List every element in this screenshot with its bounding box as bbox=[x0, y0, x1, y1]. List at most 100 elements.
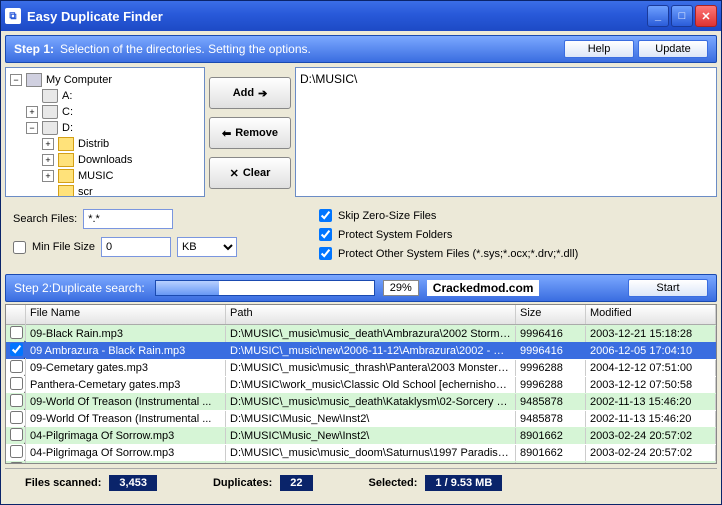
collapse-icon[interactable]: − bbox=[26, 122, 38, 134]
expand-icon[interactable]: + bbox=[42, 154, 54, 166]
brand-text: Crackedmod.com bbox=[427, 280, 540, 296]
cell-filename: 09-Black Rain.mp3 bbox=[26, 326, 226, 342]
min-file-size-input[interactable] bbox=[101, 237, 171, 257]
table-header: File Name Path Size Modified bbox=[6, 305, 716, 325]
cell-path: D:\MUSIC\_music\music_death\Kataklysm\02… bbox=[226, 394, 516, 410]
selected-value: 1 / 9.53 MB bbox=[425, 475, 502, 491]
update-button[interactable]: Update bbox=[638, 40, 708, 58]
step1-bar: Step 1: Selection of the directories. Se… bbox=[5, 35, 717, 63]
expand-icon[interactable]: + bbox=[42, 138, 54, 150]
min-file-size-checkbox[interactable] bbox=[13, 241, 26, 254]
tree-root[interactable]: My Computer bbox=[46, 74, 112, 86]
table-row[interactable]: 09 Ambrazura - Black Rain.mp3D:\MUSIC\_m… bbox=[6, 342, 716, 359]
row-checkbox[interactable] bbox=[10, 394, 23, 407]
protect-sys-folders-checkbox[interactable] bbox=[319, 228, 332, 241]
drive-icon bbox=[42, 89, 58, 103]
row-checkbox[interactable] bbox=[10, 411, 23, 424]
tree-drive-d[interactable]: D: bbox=[62, 122, 73, 134]
table-row[interactable]: 09-Black Rain.mp3D:\MUSIC\_music\music_d… bbox=[6, 325, 716, 342]
cell-path: D:\MUSIC\_music\music_doom\Saturnus\1997… bbox=[226, 445, 516, 461]
table-row[interactable]: 04 Ambrazura - Kill Yourself.mp3D:\MUSIC… bbox=[6, 461, 716, 464]
col-size[interactable]: Size bbox=[516, 305, 586, 324]
cell-path: D:\MUSIC\_music\new\2006-11-12\Ambrazura… bbox=[226, 343, 516, 359]
cell-filename: 09 Ambrazura - Black Rain.mp3 bbox=[26, 343, 226, 359]
row-checkbox[interactable] bbox=[10, 343, 23, 356]
row-checkbox[interactable] bbox=[10, 377, 23, 390]
size-unit-select[interactable]: KB bbox=[177, 237, 237, 257]
titlebar: ⧉ Easy Duplicate Finder _ □ ✕ bbox=[1, 1, 721, 31]
cell-path: D:\MUSIC\Music_New\Inst2\ bbox=[226, 411, 516, 427]
expand-icon[interactable]: + bbox=[42, 170, 54, 182]
cell-modified: 2002-11-13 15:46:20 bbox=[586, 394, 716, 410]
files-scanned-value: 3,453 bbox=[109, 475, 157, 491]
start-button[interactable]: Start bbox=[628, 279, 708, 297]
tree-drive-c[interactable]: C: bbox=[62, 106, 73, 118]
skip-zero-label: Skip Zero-Size Files bbox=[338, 210, 436, 222]
step2-text: Duplicate search: bbox=[52, 281, 145, 295]
table-row[interactable]: 04-Pilgrimaga Of Sorrow.mp3D:\MUSIC\Musi… bbox=[6, 427, 716, 444]
expand-icon[interactable]: + bbox=[26, 106, 38, 118]
minimize-button[interactable]: _ bbox=[647, 5, 669, 27]
search-files-input[interactable] bbox=[83, 209, 173, 229]
tree-folder[interactable]: Downloads bbox=[78, 154, 132, 166]
cell-modified: 2003-12-21 15:18:28 bbox=[586, 326, 716, 342]
skip-zero-checkbox[interactable] bbox=[319, 209, 332, 222]
app-icon: ⧉ bbox=[5, 8, 21, 24]
cell-size: 9996416 bbox=[516, 326, 586, 342]
tree-drive-a[interactable]: A: bbox=[62, 90, 72, 102]
remove-button[interactable]: ⬅Remove bbox=[209, 117, 291, 149]
cell-modified: 2004-12-12 07:51:00 bbox=[586, 360, 716, 376]
computer-icon bbox=[26, 73, 42, 87]
col-modified[interactable]: Modified bbox=[586, 305, 716, 324]
min-file-size-label: Min File Size bbox=[32, 241, 95, 253]
cell-path: D:\MUSIC\Music_New\Inst2\ bbox=[226, 428, 516, 444]
collapse-icon[interactable]: − bbox=[10, 74, 22, 86]
cell-path: D:\MUSIC\_music\new\2006-11-12\Ambrazura… bbox=[226, 462, 516, 465]
close-button[interactable]: ✕ bbox=[695, 5, 717, 27]
cell-path: D:\MUSIC\work_music\Classic Old School [… bbox=[226, 377, 516, 393]
table-row[interactable]: 09-World Of Treason (Instrumental ...D:\… bbox=[6, 410, 716, 427]
step1-label: Step 1: bbox=[14, 42, 54, 56]
selected-label: Selected: bbox=[369, 477, 418, 489]
cell-modified: 2003-02-24 20:57:02 bbox=[586, 428, 716, 444]
clear-button[interactable]: ✕Clear bbox=[209, 157, 291, 189]
row-checkbox[interactable] bbox=[10, 428, 23, 441]
cell-filename: 09-World Of Treason (Instrumental ... bbox=[26, 411, 226, 427]
row-checkbox[interactable] bbox=[10, 462, 23, 465]
path-entry[interactable]: D:\MUSIC\ bbox=[300, 72, 712, 86]
row-checkbox[interactable] bbox=[10, 326, 23, 339]
row-checkbox[interactable] bbox=[10, 360, 23, 373]
help-button[interactable]: Help bbox=[564, 40, 634, 58]
cell-path: D:\MUSIC\_music\music_death\Ambrazura\20… bbox=[226, 326, 516, 342]
arrow-left-icon: ⬅ bbox=[222, 127, 231, 140]
x-icon: ✕ bbox=[230, 167, 239, 180]
selected-paths-list[interactable]: D:\MUSIC\ bbox=[295, 67, 717, 197]
maximize-button[interactable]: □ bbox=[671, 5, 693, 27]
folder-icon bbox=[58, 185, 74, 197]
cell-size: 9996288 bbox=[516, 360, 586, 376]
drive-icon bbox=[42, 105, 58, 119]
table-row[interactable]: Panthera-Cemetary gates.mp3D:\MUSIC\work… bbox=[6, 376, 716, 393]
col-filename[interactable]: File Name bbox=[26, 305, 226, 324]
tree-folder[interactable]: scr bbox=[78, 186, 93, 197]
table-row[interactable]: 09-Cemetary gates.mp3D:\MUSIC\_music\mus… bbox=[6, 359, 716, 376]
add-button[interactable]: Add➔ bbox=[209, 77, 291, 109]
cell-path: D:\MUSIC\_music\music_thrash\Pantera\200… bbox=[226, 360, 516, 376]
protect-sys-files-checkbox[interactable] bbox=[319, 247, 332, 260]
table-row[interactable]: 09-World Of Treason (Instrumental ...D:\… bbox=[6, 393, 716, 410]
cell-filename: 09-World Of Treason (Instrumental ... bbox=[26, 394, 226, 410]
files-scanned-label: Files scanned: bbox=[25, 477, 101, 489]
protect-sys-files-label: Protect Other System Files (*.sys;*.ocx;… bbox=[338, 248, 578, 260]
cell-filename: 04-Pilgrimaga Of Sorrow.mp3 bbox=[26, 428, 226, 444]
col-path[interactable]: Path bbox=[226, 305, 516, 324]
folder-icon bbox=[58, 169, 74, 183]
row-checkbox[interactable] bbox=[10, 445, 23, 458]
table-row[interactable]: 04-Pilgrimaga Of Sorrow.mp3D:\MUSIC\_mus… bbox=[6, 444, 716, 461]
cell-size: 9485878 bbox=[516, 411, 586, 427]
progress-bar bbox=[155, 280, 375, 296]
tree-folder[interactable]: MUSIC bbox=[78, 170, 113, 182]
step2-label: Step 2: bbox=[14, 281, 52, 295]
directory-tree[interactable]: − My Computer A: + C: − D: + Distrib + Downlo… bbox=[5, 67, 205, 197]
cell-modified: 2003-02-24 20:57:02 bbox=[586, 445, 716, 461]
tree-folder[interactable]: Distrib bbox=[78, 138, 109, 150]
